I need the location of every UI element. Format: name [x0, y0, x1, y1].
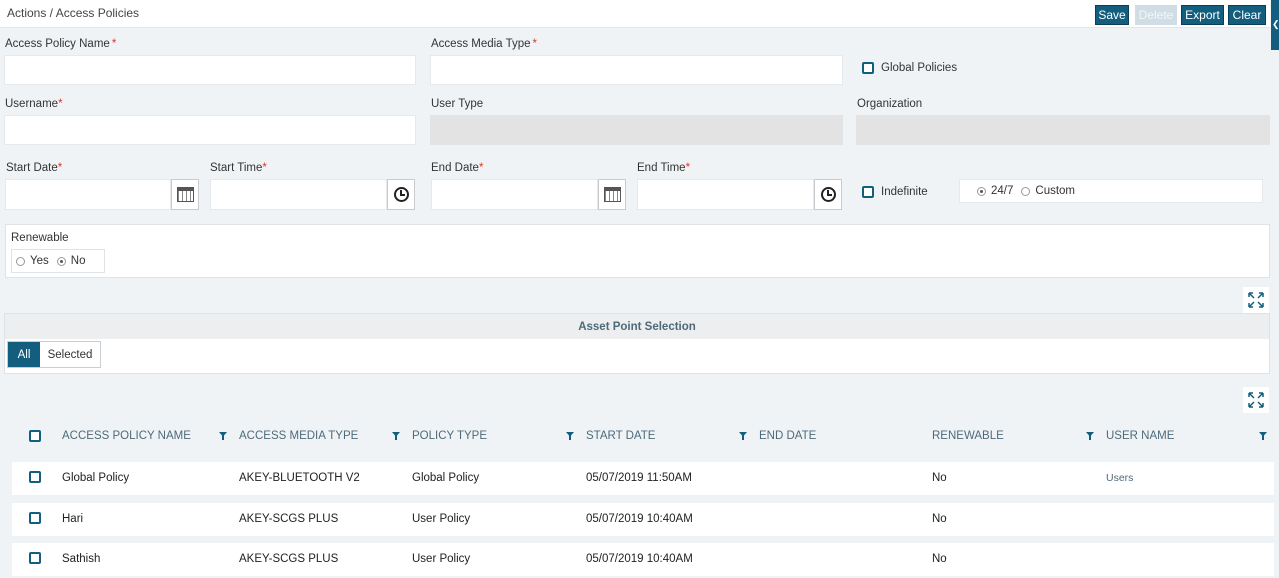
expand-asset-panel-button[interactable]: [1243, 287, 1269, 313]
table-row[interactable]: Global Policy AKEY-BLUETOOTH V2 Global P…: [12, 462, 1274, 495]
user-type-label: User Type: [431, 98, 484, 110]
radio-selected-icon[interactable]: [977, 186, 986, 196]
column-header-start-date[interactable]: START DATE: [586, 430, 655, 442]
cell-access-policy-name: Sathish: [62, 553, 101, 565]
username-label: Username*: [5, 98, 63, 110]
access-media-type-select[interactable]: [430, 55, 843, 85]
global-policies-checkbox[interactable]: Global Policies: [862, 62, 957, 74]
renewable-no-radio[interactable]: No: [56, 255, 85, 267]
radio-icon[interactable]: [16, 256, 25, 266]
filter-icon[interactable]: [1086, 432, 1094, 440]
end-time-label: End Time*: [637, 162, 691, 174]
clock-icon: [820, 187, 836, 202]
tab-selected[interactable]: Selected: [40, 342, 100, 367]
expand-icon: [1248, 292, 1264, 308]
asset-point-selection-title: Asset Point Selection: [5, 314, 1269, 339]
schedule-radio-group: 24/7 Custom: [959, 179, 1263, 203]
tab-all[interactable]: All: [8, 342, 40, 367]
asset-filter-segmented: All Selected: [7, 341, 101, 368]
start-time-picker-button[interactable]: [387, 179, 415, 210]
end-date-picker-button[interactable]: [598, 179, 626, 210]
row-checkbox[interactable]: [29, 512, 41, 524]
cell-policy-type: User Policy: [412, 513, 471, 525]
filter-icon[interactable]: [739, 432, 747, 440]
schedule-custom-radio[interactable]: Custom: [1021, 185, 1075, 197]
access-policy-name-label: Access Policy Name *: [5, 38, 117, 50]
cell-access-policy-name: Hari: [62, 513, 84, 525]
table-row[interactable]: Sathish AKEY-SCGS PLUS User Policy 05/07…: [12, 543, 1274, 576]
clear-button[interactable]: Clear: [1228, 5, 1266, 25]
column-header-policy-type[interactable]: POLICY TYPE: [412, 430, 487, 442]
export-button[interactable]: Export: [1181, 5, 1224, 25]
access-policy-name-input[interactable]: [4, 55, 416, 85]
calendar-icon: [176, 187, 194, 202]
renewable-label: Renewable: [11, 232, 69, 244]
renewable-panel: Renewable Yes No: [5, 224, 1270, 278]
column-header-renewable[interactable]: RENEWABLE: [932, 430, 1004, 442]
cell-access-media-type: AKEY-SCGS PLUS: [239, 553, 339, 565]
cell-renewable: No: [932, 553, 947, 565]
cell-access-media-type: AKEY-SCGS PLUS: [239, 513, 339, 525]
table-row[interactable]: Hari AKEY-SCGS PLUS User Policy 05/07/20…: [12, 503, 1274, 536]
indefinite-checkbox[interactable]: Indefinite: [862, 186, 928, 198]
filter-icon[interactable]: [392, 432, 400, 440]
cell-start-date: 05/07/2019 10:40AM: [586, 513, 693, 525]
delete-button[interactable]: Delete: [1135, 5, 1177, 25]
side-panel-toggle[interactable]: ❮: [1271, 0, 1279, 50]
checkbox-icon[interactable]: [862, 186, 874, 198]
cell-policy-type: User Policy: [412, 553, 471, 565]
user-type-field: [430, 115, 843, 145]
start-date-input[interactable]: [5, 179, 171, 210]
cell-start-date: 05/07/2019 10:40AM: [586, 553, 693, 565]
filter-icon[interactable]: [566, 432, 574, 440]
cell-user-name-link[interactable]: Users: [1106, 472, 1133, 484]
column-header-access-policy-name[interactable]: ACCESS POLICY NAME: [62, 430, 191, 442]
select-all-checkbox[interactable]: [29, 430, 41, 442]
access-media-type-label: Access Media Type *: [431, 38, 537, 50]
chevron-left-icon: ❮: [1272, 19, 1279, 29]
filter-icon[interactable]: [219, 432, 227, 440]
cell-renewable: No: [932, 472, 947, 484]
start-date-label: Start Date*: [6, 162, 63, 174]
row-checkbox[interactable]: [29, 552, 41, 564]
end-time-input[interactable]: [637, 179, 814, 210]
organization-field: [856, 115, 1270, 145]
checkbox-icon[interactable]: [862, 62, 874, 74]
save-button[interactable]: Save: [1095, 5, 1129, 25]
calendar-icon: [603, 187, 621, 202]
radio-icon[interactable]: [1021, 186, 1031, 196]
column-header-user-name[interactable]: USER NAME: [1106, 430, 1174, 442]
row-checkbox[interactable]: [29, 471, 41, 483]
asset-point-selection-panel: Asset Point Selection All Selected: [4, 313, 1270, 374]
end-date-label: End Date*: [431, 162, 484, 174]
end-date-input[interactable]: [431, 179, 598, 210]
breadcrumb: Actions / Access Policies: [7, 6, 140, 20]
start-time-label: Start Time*: [210, 162, 267, 174]
start-time-input[interactable]: [210, 179, 387, 210]
schedule-24-7-radio[interactable]: 24/7: [977, 185, 1013, 197]
renewable-yes-radio[interactable]: Yes: [16, 255, 49, 267]
renewable-radio-group: Yes No: [11, 249, 105, 273]
organization-label: Organization: [857, 98, 923, 110]
cell-start-date: 05/07/2019 11:50AM: [586, 472, 692, 484]
cell-access-policy-name: Global Policy: [62, 472, 130, 484]
end-time-picker-button[interactable]: [814, 179, 842, 210]
expand-icon: [1248, 392, 1264, 408]
expand-table-button[interactable]: [1243, 387, 1269, 413]
clock-icon: [393, 187, 409, 202]
filter-icon[interactable]: [1259, 432, 1267, 440]
username-input[interactable]: [4, 115, 416, 145]
column-header-end-date[interactable]: END DATE: [759, 430, 816, 442]
cell-renewable: No: [932, 513, 947, 525]
cell-access-media-type: AKEY-BLUETOOTH V2: [239, 472, 360, 484]
start-date-picker-button[interactable]: [171, 179, 199, 210]
cell-policy-type: Global Policy: [412, 472, 480, 484]
radio-selected-icon[interactable]: [56, 256, 66, 266]
column-header-access-media-type[interactable]: ACCESS MEDIA TYPE: [239, 430, 358, 442]
top-toolbar: Actions / Access Policies Save Delete Ex…: [0, 0, 1270, 28]
